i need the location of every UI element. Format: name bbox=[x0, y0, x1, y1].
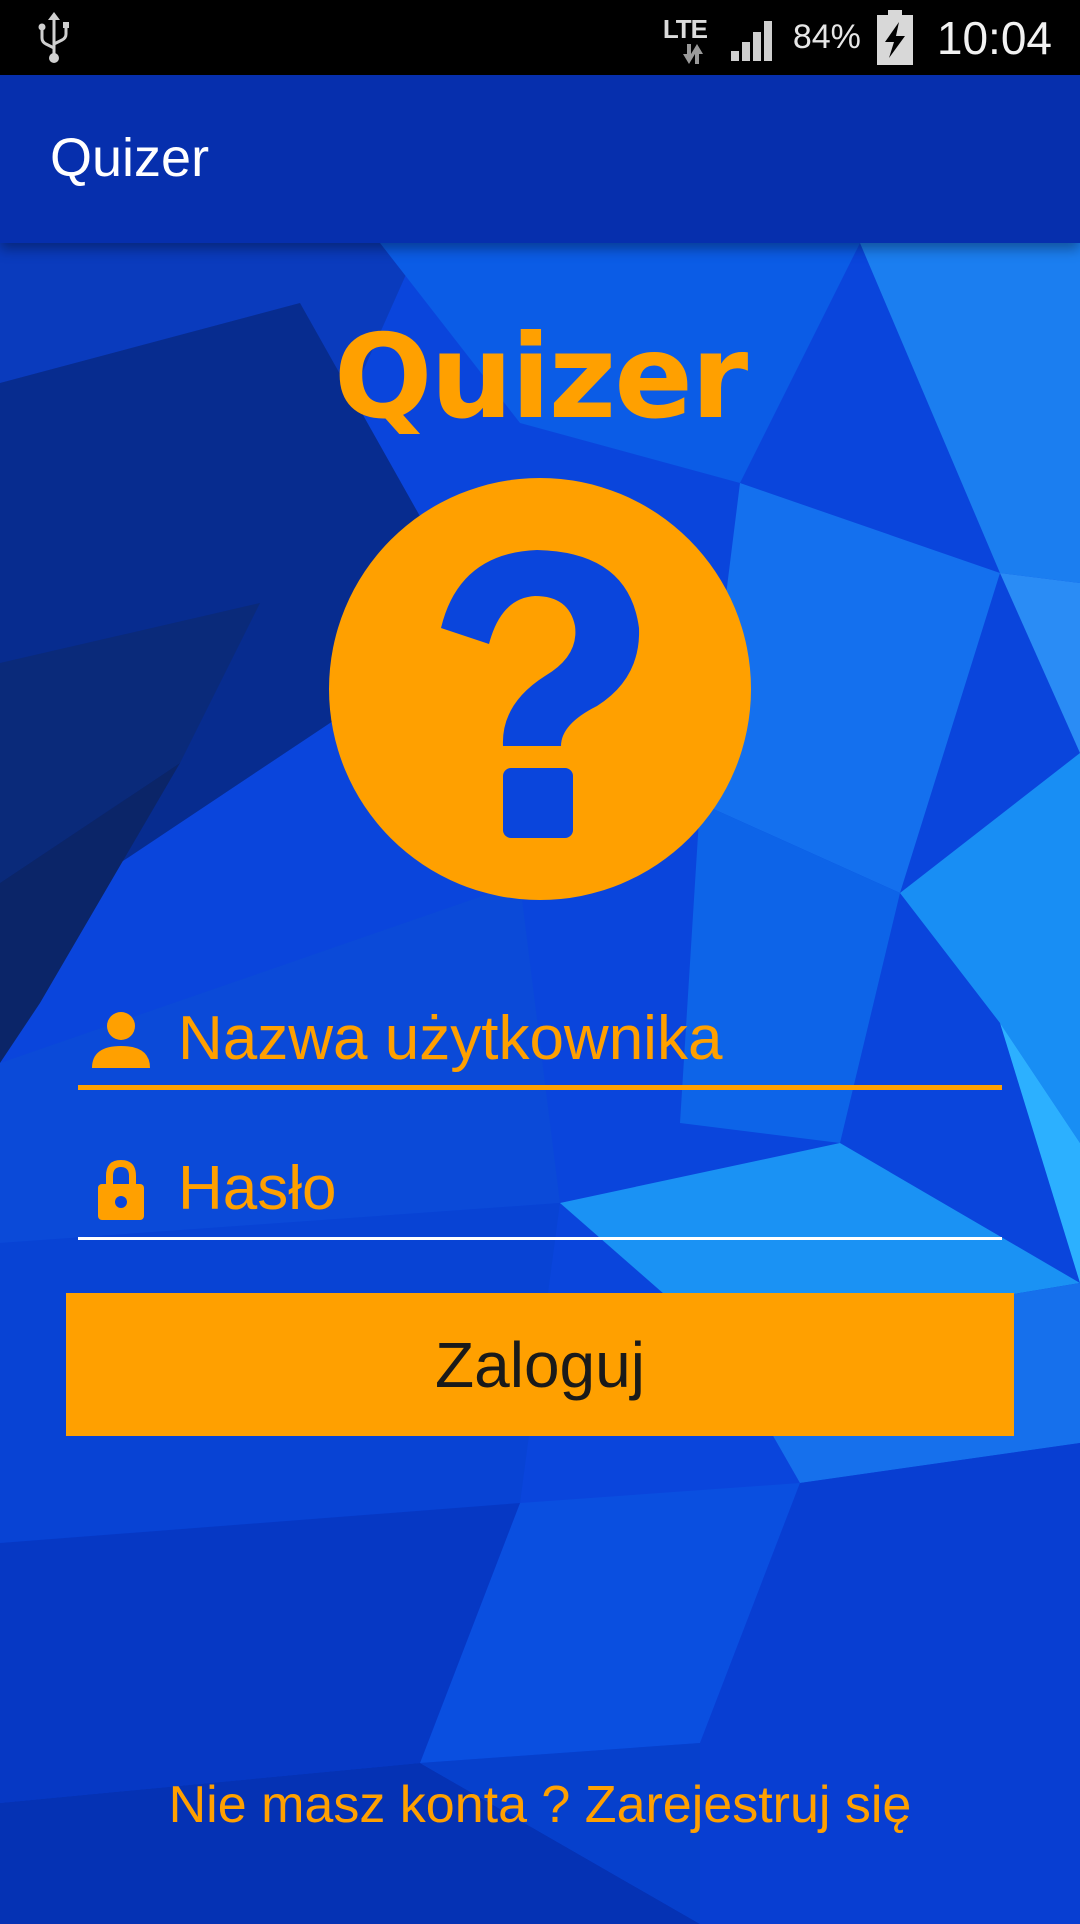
network-indicator: LTE bbox=[663, 8, 715, 68]
usb-icon bbox=[38, 12, 69, 63]
username-input[interactable] bbox=[178, 990, 998, 1086]
signal-icon bbox=[730, 20, 772, 61]
username-underline bbox=[78, 1085, 1002, 1090]
login-screen: Quizer Zaloguj Nie masz konta ? Zarejest… bbox=[0, 243, 1080, 1924]
network-type-label: LTE bbox=[662, 13, 708, 44]
register-link[interactable]: Nie masz konta ? Zarejestruj się bbox=[0, 1775, 1080, 1835]
app-bar-title: Quizer bbox=[50, 128, 210, 188]
battery-percent: 84% bbox=[792, 18, 861, 56]
password-field[interactable] bbox=[78, 1140, 1002, 1240]
app-bar: Quizer bbox=[0, 75, 1080, 243]
data-arrows-icon bbox=[682, 43, 703, 64]
login-button[interactable]: Zaloguj bbox=[66, 1293, 1014, 1436]
status-bar: LTE 84% 10:04 bbox=[0, 0, 1080, 75]
help-circle-icon bbox=[329, 478, 751, 900]
battery-charging-icon bbox=[876, 9, 913, 65]
username-field[interactable] bbox=[78, 990, 1002, 1090]
clock: 10:04 bbox=[936, 11, 1052, 64]
person-icon bbox=[92, 1012, 150, 1068]
password-underline bbox=[78, 1237, 1002, 1240]
lock-icon bbox=[98, 1160, 144, 1220]
password-input[interactable] bbox=[178, 1140, 998, 1236]
logo-title: Quizer bbox=[333, 310, 748, 445]
status-indicators: LTE 84% 10:04 bbox=[663, 0, 1052, 75]
